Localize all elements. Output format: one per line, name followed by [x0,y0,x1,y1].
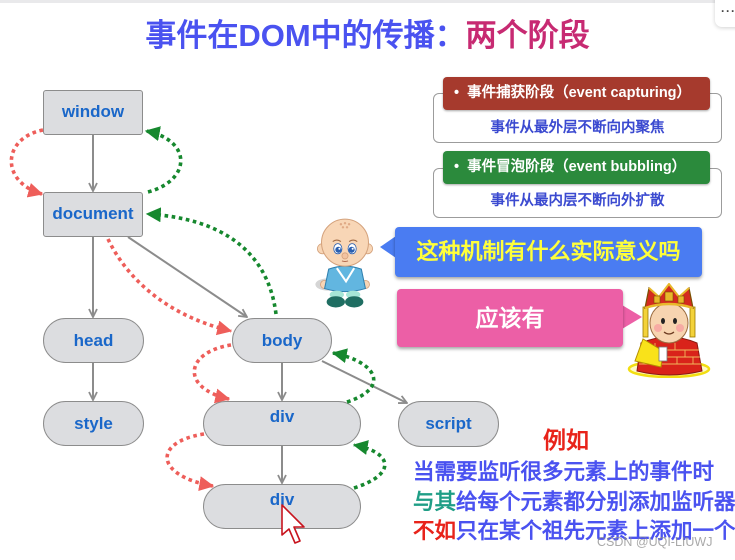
example-line-2: 与其给每个元素都分别添加监听器 [413,487,735,517]
node-label: window [61,102,125,121]
tree-node-style: style [43,401,144,446]
capture-arrow-window-document [9,128,44,198]
question-bubble: 这种机制有什么实际意义吗 [395,227,702,277]
capture-arrow-div-div [165,432,215,492]
edge-document-body [127,236,247,317]
tree-node-body: body [232,318,332,363]
tang-monk-illustration [627,283,711,378]
bubble-phase-desc: 事件从最内层不断向外扩散 [490,193,665,209]
top-bar [0,0,735,3]
node-label: body [261,331,303,350]
example-heading: 例如 [543,427,589,453]
watermark: CSDN @UQI-LIUWJ [597,535,713,549]
title-main: 事件在DOM中的传播： [145,18,466,53]
tree-node-script: script [398,401,499,447]
capture-arrow-body-div [192,343,232,404]
tree-node-head: head [43,318,144,363]
tree-node-div-outer: div [203,401,361,446]
bubble-phase-title: 事件冒泡阶段（event bubbling） [467,159,687,175]
example-text: 当需要监听很多元素上的事件时 [413,460,715,484]
answer-bubble: 应该有 [397,289,623,347]
tree-node-window: window [43,90,143,135]
little-monk-illustration [315,218,373,308]
question-bubble-tail [380,236,396,258]
example-keyword: 与其 [413,490,457,514]
node-label: head [73,331,114,350]
tree-node-document: document [43,192,143,237]
bullet-icon: • [454,159,460,175]
capture-arrow-document-body [106,238,233,336]
example-text: 给每个元素都分别添加监听器 [456,490,735,514]
bubble-arrow-div-body [331,348,376,404]
example-line-1: 当需要监听很多元素上的事件时 [413,457,714,487]
bubble-phase-label: • 事件冒泡阶段（event bubbling） [443,151,710,184]
bubble-arrow-body-document [145,207,278,315]
node-label: style [74,414,113,433]
title-highlight: 两个阶段 [465,18,590,53]
bullet-icon: • [454,85,460,101]
bubble-arrow-document-window [144,126,183,194]
node-label: document [52,204,134,223]
mouse-cursor-icon [281,504,305,544]
node-label: script [425,414,472,433]
bubble-arrow-div-div [352,440,387,490]
node-label: div [269,407,295,426]
example-keyword: 不如 [413,519,457,543]
capture-phase-desc: 事件从最外层不断向内聚焦 [490,120,665,136]
slide-title: 事件在DOM中的传播：两个阶段 [0,15,735,57]
edge-body-script [321,360,407,403]
capture-phase-label: • 事件捕获阶段（event capturing） [443,77,710,110]
capture-phase-title: 事件捕获阶段（event capturing） [467,85,692,101]
